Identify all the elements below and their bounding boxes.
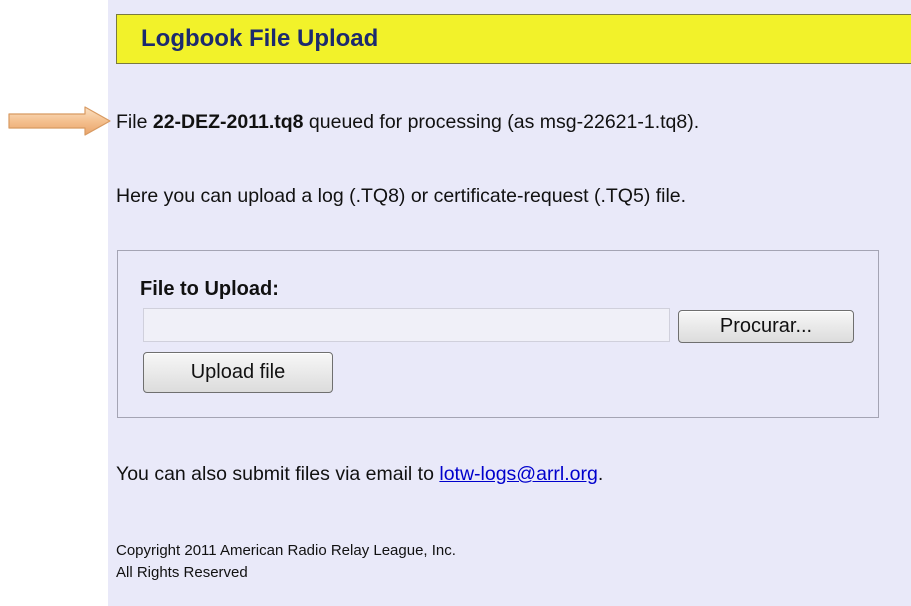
footer: Copyright 2011 American Radio Relay Leag… xyxy=(116,540,456,584)
page-header: Logbook File Upload xyxy=(116,14,911,64)
upload-form: File to Upload: Procurar... Upload file xyxy=(117,250,879,418)
uploaded-filename: 22-DEZ-2011.tq8 xyxy=(152,111,304,133)
status-prefix: File xyxy=(116,111,153,133)
copyright-text: Copyright 2011 American Radio Relay Leag… xyxy=(116,542,456,559)
upload-instructions: Here you can upload a log (.TQ8) or cert… xyxy=(116,185,687,207)
email-suffix: . xyxy=(597,463,604,485)
email-submission-note: You can also submit files via email to l… xyxy=(116,463,603,486)
right-arrow-icon xyxy=(8,106,111,136)
file-path-input[interactable] xyxy=(143,308,670,342)
status-suffix: queued for processing (as msg-22621-1.tq… xyxy=(303,111,700,133)
email-link[interactable]: lotw-logs@arrl.org xyxy=(439,463,598,485)
email-prefix: You can also submit files via email to xyxy=(116,463,440,485)
page-title: Logbook File Upload xyxy=(141,25,379,52)
rights-text: All Rights Reserved xyxy=(116,564,248,581)
upload-file-button[interactable]: Upload file xyxy=(143,352,333,393)
file-upload-label: File to Upload: xyxy=(140,278,279,300)
status-message: File 22-DEZ-2011.tq8 queued for processi… xyxy=(116,111,699,134)
browse-button[interactable]: Procurar... xyxy=(678,310,854,343)
